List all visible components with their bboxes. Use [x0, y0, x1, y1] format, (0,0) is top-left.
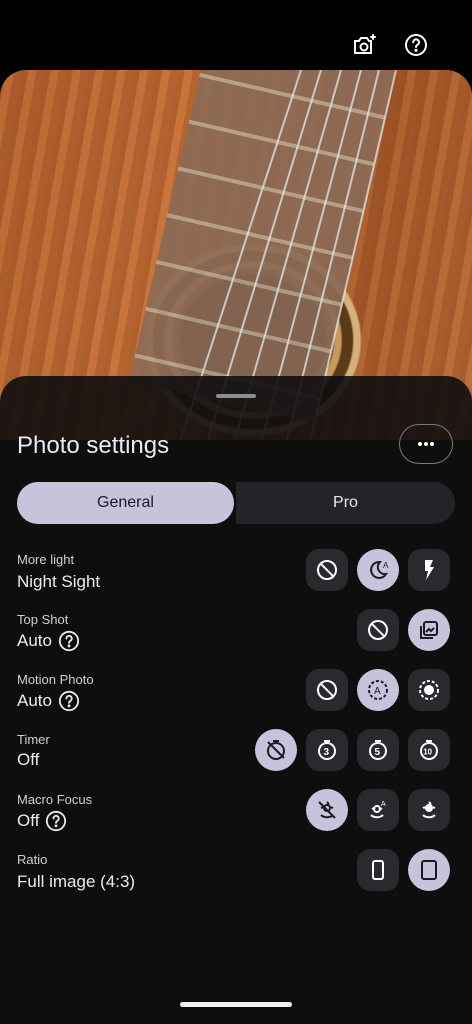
macro-auto-icon: A [370, 801, 386, 819]
motion-photo-label: Motion Photo [17, 672, 94, 687]
macro-off-icon [318, 801, 336, 819]
help-icon[interactable] [58, 690, 80, 712]
more-light-off-button[interactable] [306, 549, 348, 591]
ratio-4-3-icon [421, 860, 437, 880]
tab-pro[interactable]: Pro [236, 482, 455, 524]
ratio-label: Ratio [17, 852, 48, 867]
top-shot-off-button[interactable] [357, 609, 399, 651]
svg-text:5: 5 [375, 747, 381, 758]
macro-off-button[interactable] [306, 789, 348, 831]
macro-focus-value-text: Off [17, 811, 40, 830]
timer-off-button[interactable] [255, 729, 297, 771]
timer-3-icon: 3 [318, 740, 336, 760]
timer-value-text: Off [17, 750, 40, 769]
top-shot-auto-icon [420, 621, 438, 639]
off-icon [317, 680, 337, 700]
timer-3-button[interactable]: 3 [306, 729, 348, 771]
sheet-title: Photo settings [17, 432, 170, 459]
motion-auto-icon: A [368, 680, 388, 700]
macro-auto-button[interactable]: A [357, 789, 399, 831]
top-shot-value-text: Auto [17, 631, 52, 650]
more-options-button[interactable] [399, 424, 453, 464]
motion-photo-value: Auto [17, 690, 80, 712]
ratio-value-text: Full image (4:3) [17, 872, 136, 891]
macro-on-button[interactable] [408, 789, 450, 831]
top-shot-auto-button[interactable] [408, 609, 450, 651]
help-icon[interactable] [58, 630, 80, 652]
off-icon [368, 620, 388, 640]
timer-10-icon: 10 [420, 740, 438, 760]
motion-on-icon [419, 680, 439, 700]
ratio-4-3-button[interactable] [408, 849, 450, 891]
timer-value: Off [17, 750, 39, 770]
svg-text:A: A [383, 561, 389, 570]
svg-text:10: 10 [423, 748, 432, 757]
motion-photo-off-button[interactable] [306, 669, 348, 711]
top-shot-label: Top Shot [17, 612, 69, 627]
svg-text:A: A [381, 801, 386, 808]
more-light-value: Night Sight [17, 572, 100, 592]
home-indicator[interactable] [180, 1002, 292, 1007]
timer-10-button[interactable]: 10 [408, 729, 450, 771]
timer-off-icon [267, 740, 285, 760]
timer-5-icon: 5 [369, 740, 387, 760]
top-bar [0, 0, 472, 70]
ratio-value: Full image (4:3) [17, 872, 135, 892]
flash-button[interactable] [408, 549, 450, 591]
more-light-value-text: Night Sight [17, 572, 101, 591]
night-sight-auto-icon: A [370, 560, 389, 579]
more-light-label: More light [17, 552, 75, 567]
svg-text:3: 3 [324, 747, 330, 758]
svg-text:A: A [374, 686, 381, 697]
macro-on-icon [422, 801, 436, 819]
macro-focus-label: Macro Focus [17, 792, 93, 807]
more-horiz-icon [418, 442, 434, 446]
macro-focus-value: Off [17, 810, 67, 832]
motion-photo-on-button[interactable] [408, 669, 450, 711]
motion-photo-value-text: Auto [17, 691, 52, 710]
timer-label: Timer [17, 732, 50, 747]
ratio-full-button[interactable] [357, 849, 399, 891]
timer-5-button[interactable]: 5 [357, 729, 399, 771]
photo-settings-sheet: Photo settings General Pro More light Ni… [0, 376, 472, 1024]
flash-icon [425, 560, 434, 580]
camera-sparkle-icon[interactable] [350, 30, 380, 60]
motion-photo-auto-button[interactable]: A [357, 669, 399, 711]
ratio-full-icon [372, 860, 384, 880]
help-circle-icon[interactable] [401, 30, 431, 60]
help-icon[interactable] [45, 810, 67, 832]
top-shot-value: Auto [17, 630, 80, 652]
drag-handle[interactable] [216, 394, 256, 398]
off-icon [317, 560, 337, 580]
night-sight-auto-button[interactable]: A [357, 549, 399, 591]
tab-general[interactable]: General [17, 482, 234, 524]
